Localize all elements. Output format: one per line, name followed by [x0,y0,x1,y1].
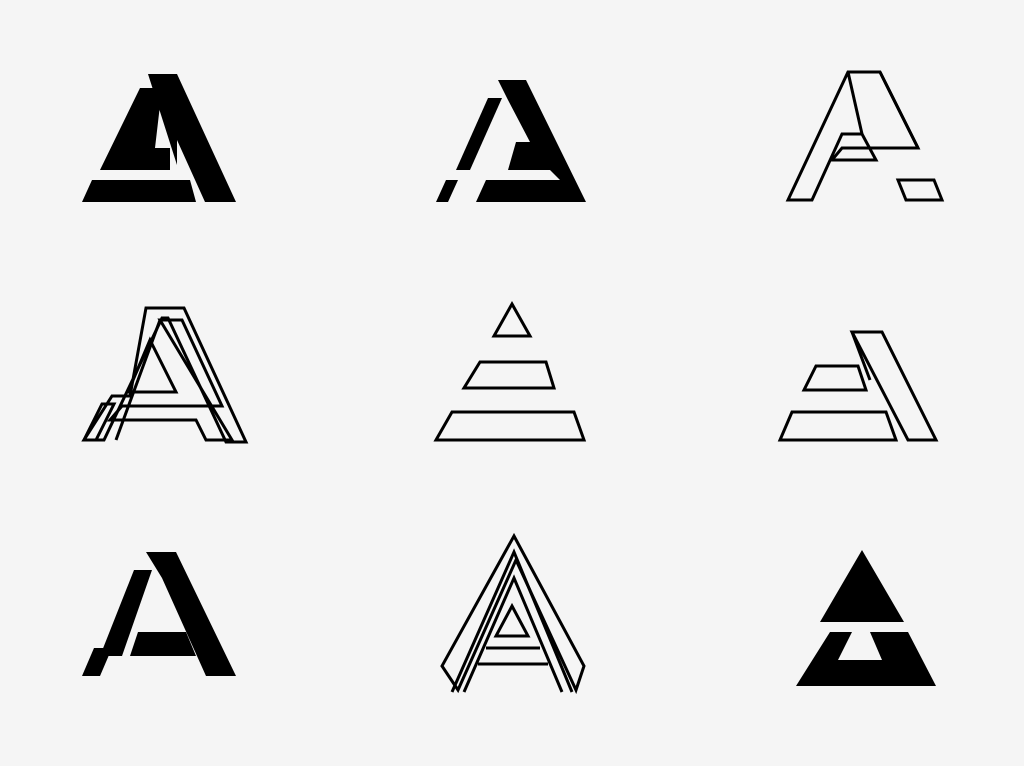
logo-a-outline-cut [785,70,945,202]
logo-triangle-solid-cutout [796,550,936,686]
logo-pyramid-outline-stripes [433,300,587,442]
logo-a-solid-split [436,80,586,202]
logo-a-outline-offset [777,330,939,442]
logo-sheet-canvas [81,70,945,695]
logo-a-solid-notched [82,552,236,676]
logo-a-outline-layered [81,306,249,444]
logo-sheet [0,0,1024,766]
logo-a-solid-stripe [82,74,236,202]
logo-a-outline-inline [440,532,586,695]
